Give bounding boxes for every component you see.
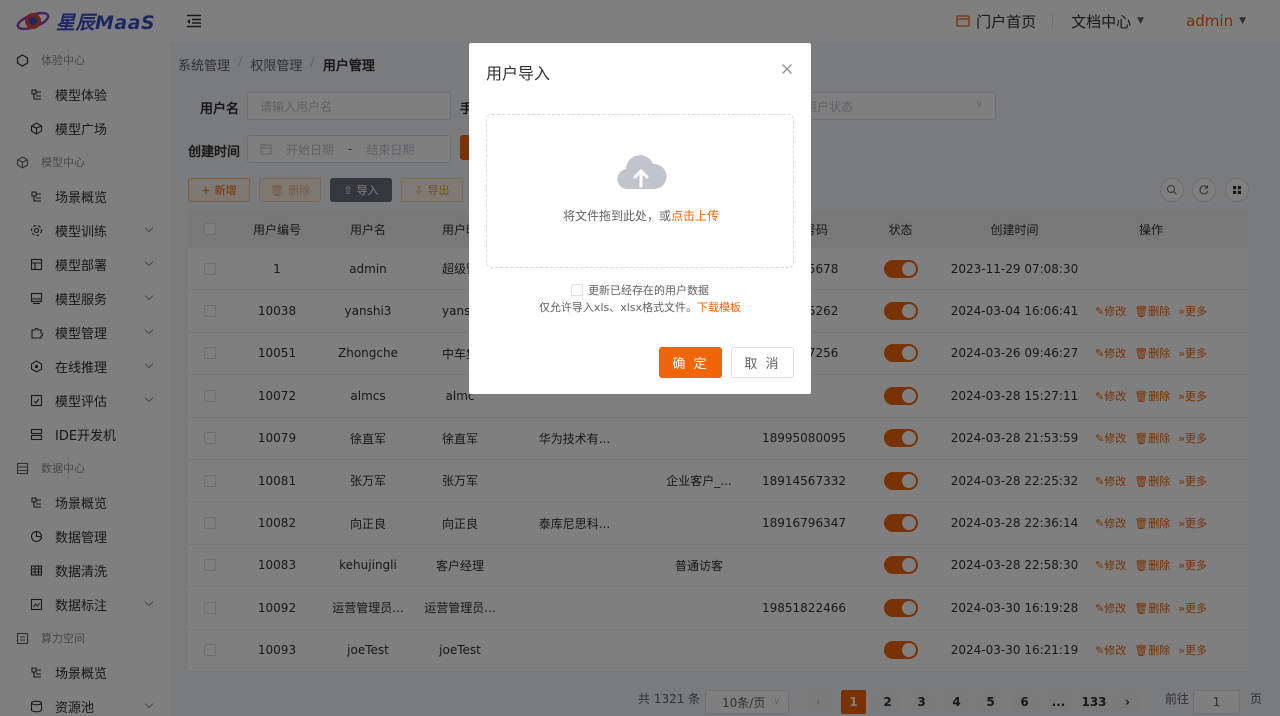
dropzone-text: 将文件拖到此处，或点击上传 (487, 207, 795, 224)
cancel-button[interactable]: 取 消 (731, 347, 794, 378)
drop-hint: 将文件拖到此处，或 (562, 209, 671, 223)
close-icon[interactable] (781, 63, 793, 75)
cloud-upload-icon (617, 155, 667, 189)
import-tip: 仅允许导入xls、xlsx格式文件。下载模板 (469, 299, 811, 315)
confirm-button[interactable]: 确 定 (659, 347, 722, 378)
update-existing-option: 更新已经存在的用户数据 (469, 282, 811, 298)
update-existing-checkbox[interactable] (571, 284, 583, 296)
dialog-title: 用户导入 (486, 64, 551, 83)
user-import-dialog: 用户导入 将文件拖到此处，或点击上传 更新已经存在的用户数据 仅允许导入xls、… (469, 43, 811, 394)
download-template-link[interactable]: 下载模板 (697, 301, 741, 314)
upload-dropzone[interactable]: 将文件拖到此处，或点击上传 (486, 114, 794, 268)
import-tip-text: 仅允许导入xls、xlsx格式文件。 (538, 301, 698, 314)
click-upload-link[interactable]: 点击上传 (671, 209, 719, 223)
update-existing-label: 更新已经存在的用户数据 (588, 284, 709, 297)
